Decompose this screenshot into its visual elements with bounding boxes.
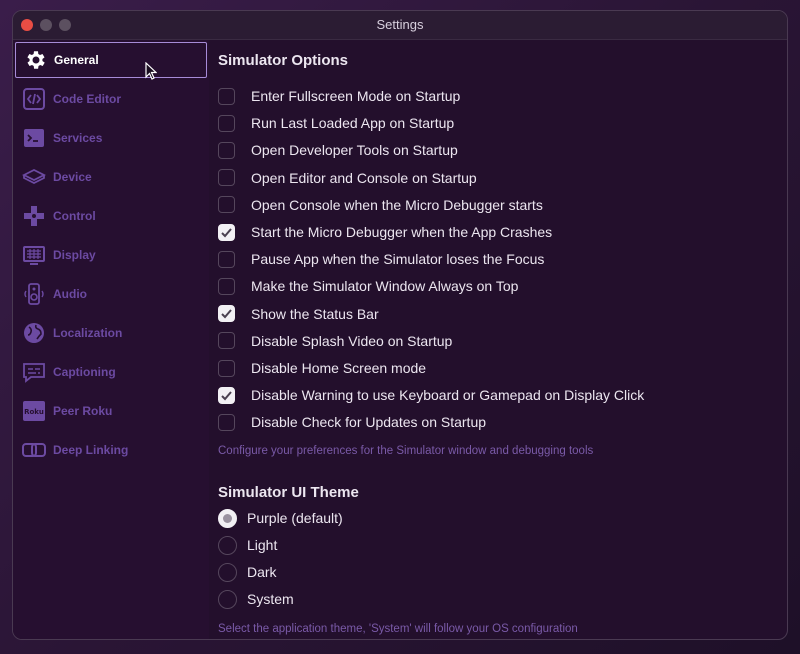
display-icon [21, 242, 47, 268]
option-label: Disable Warning to use Keyboard or Gamep… [251, 387, 645, 404]
theme-option-label: Dark [247, 564, 277, 580]
mouse-pointer-icon [145, 62, 157, 80]
option-checkbox[interactable] [218, 223, 235, 241]
sidebar-item-label: Localization [53, 326, 123, 340]
option-row[interactable]: Disable Home Screen mode [218, 357, 426, 379]
theme-option-row[interactable]: Light [218, 534, 277, 556]
terminal-icon [21, 125, 47, 151]
option-label: Open Developer Tools on Startup [251, 142, 458, 159]
option-row[interactable]: Open Editor and Console on Startup [218, 167, 477, 189]
option-label: Disable Home Screen mode [251, 360, 427, 376]
sidebar-item-label: Services [53, 131, 103, 145]
option-row[interactable]: Pause App when the Simulator loses the F… [218, 248, 544, 270]
theme-radio-button[interactable] [218, 589, 237, 609]
sidebar-item-deep-linking[interactable]: Deep Linking [15, 432, 207, 468]
main-panel: Simulator Options Enter Fullscreen Mode … [218, 40, 787, 639]
checkmark-icon [221, 391, 232, 401]
theme-radio-button[interactable] [218, 535, 237, 555]
theme-option-label: Purple (default) [247, 510, 343, 526]
theme-option-label: Light [247, 537, 278, 553]
sidebar-item-label: Device [53, 170, 92, 184]
option-label: Enter Fullscreen Mode on Startup [251, 88, 461, 104]
simulator-options-title: Simulator Options [218, 52, 349, 69]
option-checkbox[interactable] [218, 277, 235, 295]
option-label: Make the Simulator Window Always on Top [251, 278, 519, 295]
theme-option-row[interactable]: System [218, 588, 294, 610]
theme-radio-button[interactable] [218, 508, 237, 528]
sidebar-item-label: Control [53, 209, 96, 223]
option-checkbox[interactable] [218, 332, 235, 350]
option-checkbox[interactable] [218, 196, 235, 214]
option-checkbox[interactable] [218, 169, 235, 187]
sidebar-item-label: Peer Roku [53, 404, 113, 418]
sidebar-item-label: General [54, 53, 99, 67]
code-icon [21, 86, 47, 112]
option-row[interactable]: Make the Simulator Window Always on Top [218, 275, 518, 297]
option-checkbox[interactable] [218, 305, 235, 323]
option-checkbox[interactable] [218, 413, 235, 431]
link-icon [21, 437, 47, 463]
sidebar-item-general[interactable]: General [15, 42, 207, 78]
sidebar-item-services[interactable]: Services [15, 120, 207, 156]
dpad-icon [21, 203, 47, 229]
checkmark-icon [221, 227, 232, 237]
option-row[interactable]: Open Console when the Micro Debugger sta… [218, 194, 543, 216]
option-label: Disable Splash Video on Startup [251, 332, 453, 349]
option-row[interactable]: Enter Fullscreen Mode on Startup [218, 85, 460, 107]
sidebar-item-peer-roku[interactable]: Roku Peer Roku [15, 393, 207, 429]
option-checkbox[interactable] [218, 250, 235, 268]
option-checkbox[interactable] [218, 114, 235, 132]
option-row[interactable]: Open Developer Tools on Startup [218, 139, 458, 161]
sidebar-item-label: Deep Linking [53, 443, 129, 457]
sidebar-item-label: Captioning [53, 365, 116, 379]
ui-theme-hint: Select the application theme, 'System' w… [218, 623, 578, 635]
theme-radio-button[interactable] [218, 562, 237, 582]
sidebar-item-display[interactable]: Display [15, 237, 207, 273]
sidebar-item-localization[interactable]: Localization [15, 315, 207, 351]
sidebar-item-code-editor[interactable]: Code Editor [15, 81, 207, 117]
theme-option-row[interactable]: Dark [218, 561, 277, 583]
simulator-options-hint: Configure your preferences for the Simul… [218, 445, 594, 457]
option-row[interactable]: Run Last Loaded App on Startup [218, 112, 454, 134]
option-checkbox[interactable] [218, 87, 235, 105]
option-label: Open Editor and Console on Startup [251, 169, 477, 186]
roku-icon: Roku [21, 398, 47, 424]
sidebar-item-device[interactable]: Device [15, 159, 207, 195]
option-label: Start the Micro Debugger when the App Cr… [251, 224, 553, 240]
device-icon [21, 164, 47, 190]
option-row[interactable]: Start the Micro Debugger when the App Cr… [218, 221, 552, 243]
ui-theme-title: Simulator UI Theme [218, 484, 359, 501]
caption-icon [21, 359, 47, 385]
theme-option-row[interactable]: Purple (default) [218, 507, 343, 529]
option-label: Run Last Loaded App on Startup [251, 115, 455, 132]
globe-icon [21, 320, 47, 346]
option-label: Show the Status Bar [251, 305, 379, 322]
option-checkbox[interactable] [218, 386, 235, 404]
option-row[interactable]: Disable Splash Video on Startup [218, 330, 452, 352]
settings-window: Settings General Code Editor Services De… [12, 10, 788, 640]
option-label: Pause App when the Simulator loses the F… [251, 251, 545, 268]
option-label: Disable Check for Updates on Startup [251, 414, 487, 431]
window-title: Settings [376, 17, 424, 32]
speaker-icon [21, 281, 47, 307]
option-row[interactable]: Disable Check for Updates on Startup [218, 411, 486, 433]
option-row[interactable]: Show the Status Bar [218, 303, 379, 325]
roku-badge-text: Roku [24, 408, 44, 416]
checkmark-icon [221, 309, 232, 319]
sidebar-item-label: Code Editor [53, 92, 121, 106]
sidebar: General Code Editor Services Device Cont… [13, 40, 209, 639]
option-row[interactable]: Disable Warning to use Keyboard or Gamep… [218, 384, 644, 406]
gear-icon [22, 47, 48, 73]
sidebar-item-label: Display [53, 248, 96, 262]
sidebar-item-control[interactable]: Control [15, 198, 207, 234]
option-checkbox[interactable] [218, 359, 235, 377]
title-bar: Settings [13, 11, 787, 40]
sidebar-item-audio[interactable]: Audio [15, 276, 207, 312]
theme-option-label: System [247, 591, 294, 607]
sidebar-item-captioning[interactable]: Captioning [15, 354, 207, 390]
option-checkbox[interactable] [218, 141, 235, 159]
option-label: Open Console when the Micro Debugger sta… [251, 196, 543, 213]
sidebar-item-label: Audio [53, 287, 87, 301]
